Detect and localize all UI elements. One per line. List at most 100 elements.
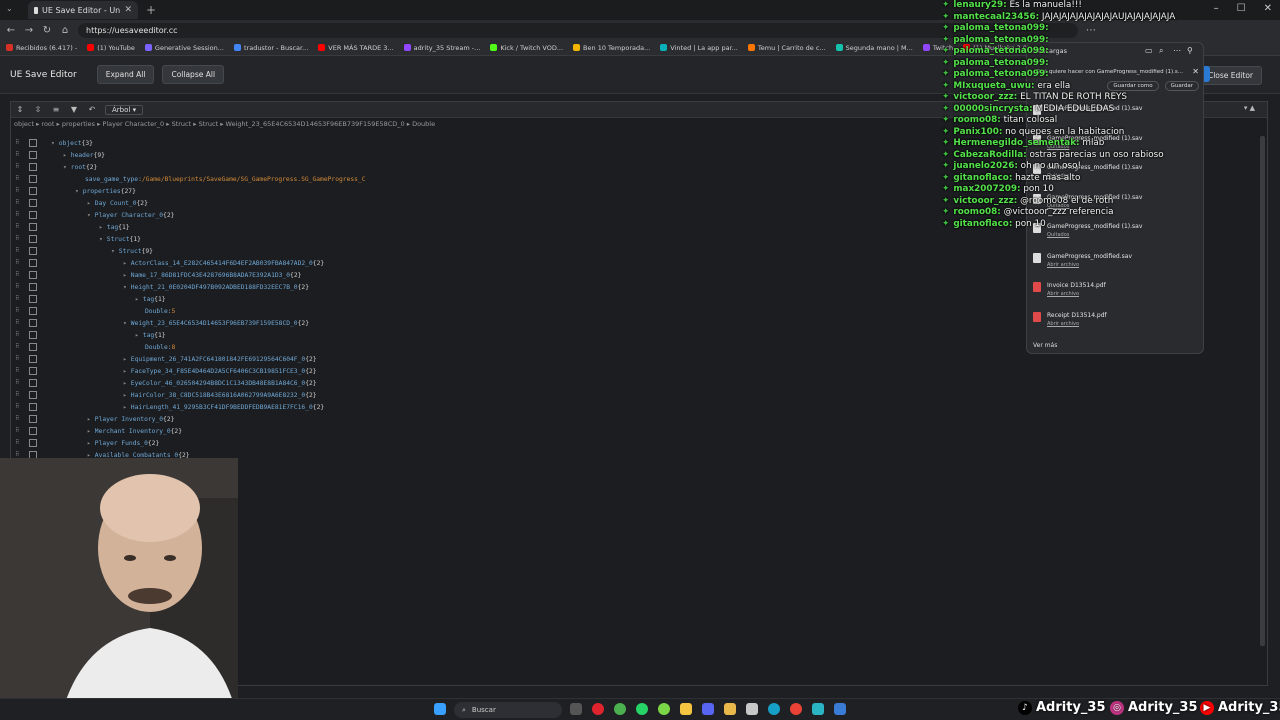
collapsed-caret-icon[interactable]: ▸ [123,356,127,363]
tree-node[interactable]: ▾ Struct {9} [111,245,153,257]
tree-node[interactable]: ▸ Day Count_0 {2} [87,197,148,209]
drag-handle-icon[interactable]: ⠿ [15,439,22,447]
reload-icon[interactable]: ↻ [42,25,52,36]
expanded-caret-icon[interactable]: ▾ [123,284,127,291]
expand-all-button[interactable]: Expand All [96,65,155,84]
bookmark-item[interactable]: Generative Session... [144,44,224,52]
expanded-caret-icon[interactable]: ▾ [75,188,79,195]
see-more-link[interactable]: Ver más [1033,342,1057,349]
drag-handle-icon[interactable]: ⠿ [15,163,22,171]
download-item[interactable]: Receipt D13514.pdf Abrir archivo [1033,311,1107,327]
tree-node[interactable]: ▸ header {9} [63,149,105,161]
toolbar-dropdown-icon[interactable]: ▾ ▲ [1244,104,1255,112]
drag-handle-icon[interactable]: ⠿ [15,271,22,279]
view-mode-select[interactable]: Árbol ▾ [105,104,144,115]
tree-node-value[interactable]: 8 [172,344,176,351]
drag-handle-icon[interactable]: ⠿ [15,427,22,435]
app-green-icon[interactable] [658,703,670,715]
tree-node[interactable]: ▸ Player Inventory_0 {2} [87,413,174,425]
collapsed-caret-icon[interactable]: ▸ [123,404,127,411]
expanded-caret-icon[interactable]: ▾ [111,248,115,255]
row-context-checkbox[interactable] [29,427,37,435]
tree-node-value[interactable]: /Game/Blueprints/SaveGame/SG_GameProgres… [142,176,366,183]
collapsed-caret-icon[interactable]: ▸ [123,260,127,267]
edge-icon[interactable] [768,703,780,715]
tree-node[interactable]: ▾ Player Character_0 {2} [87,209,174,221]
row-context-checkbox[interactable] [29,355,37,363]
row-context-checkbox[interactable] [29,151,37,159]
drag-handle-icon[interactable]: ⠿ [15,355,22,363]
drag-handle-icon[interactable]: ⠿ [15,391,22,399]
windows-start-icon[interactable] [434,703,446,715]
tab-menu-icon[interactable]: ⌄ [6,4,13,13]
collapsed-caret-icon[interactable]: ▸ [63,152,67,159]
expanded-caret-icon[interactable]: ▾ [51,140,55,147]
bookmark-item[interactable]: Recibidos (6.417) - [6,44,77,52]
bookmark-item[interactable]: tradustor - Buscar... [233,44,308,52]
download-action-link[interactable]: Quitados [1047,232,1142,238]
collapse-all-button[interactable]: Collapse All [162,65,225,84]
tree-node[interactable]: ▸ Player Funds_0 {2} [87,437,159,449]
forward-icon[interactable]: → [24,25,34,36]
collapsed-caret-icon[interactable]: ▸ [123,272,127,279]
taskbar-search[interactable]: ⌕ Buscar [454,702,562,718]
row-context-checkbox[interactable] [29,343,37,351]
row-context-checkbox[interactable] [29,439,37,447]
tree-node[interactable]: ▸ FaceType_34_F85E4D464D2A5CF6406C3CB1985… [123,365,317,377]
expanded-caret-icon[interactable]: ▾ [99,236,103,243]
collapsed-caret-icon[interactable]: ▸ [135,332,139,339]
site-info-icon[interactable]: ⌂ [60,25,70,36]
task-view-icon[interactable] [570,703,582,715]
extensions-icon[interactable]: ⋯ [1086,25,1096,36]
download-item[interactable]: GameProgress_modified.sav Abrir archivo [1033,252,1132,268]
downloads-pin-icon[interactable]: ⚲ [1187,46,1193,55]
bookmark-item[interactable]: adrity_35 Stream -... [403,44,480,52]
download-action-link[interactable]: Abrir archivo [1047,321,1107,327]
row-context-checkbox[interactable] [29,295,37,303]
opera-icon[interactable] [592,703,604,715]
tree-node[interactable]: ▸ Equipment_26_741A2FC641801842FE69129564… [123,353,317,365]
drag-handle-icon[interactable]: ⠿ [15,403,22,411]
tree-node[interactable]: ▾ Weight_23_65E4C6534D14653F96EB739F159E5… [123,317,309,329]
chrome-icon[interactable] [614,703,626,715]
back-icon[interactable]: ← [6,25,16,36]
row-context-checkbox[interactable] [29,175,37,183]
row-context-checkbox[interactable] [29,319,37,327]
downloads-search-icon[interactable]: ⌕ [1159,46,1163,56]
row-context-checkbox[interactable] [29,259,37,267]
bookmark-item[interactable]: Kick / Twitch VOD... [490,44,563,52]
tree-scrollbar[interactable] [1260,136,1265,646]
download-item[interactable]: Invoice D13514.pdf Abrir archivo [1033,282,1106,297]
tree-node[interactable]: ▸ tag {1} [99,221,130,233]
row-context-checkbox[interactable] [29,379,37,387]
drag-handle-icon[interactable]: ⠿ [15,223,22,231]
collapsed-caret-icon[interactable]: ▸ [123,392,127,399]
tree-node[interactable]: ▸ HairLength_41_9295B3CF41DF9BEDDFEDB9AE8… [123,401,324,413]
row-context-checkbox[interactable] [29,307,37,315]
row-context-checkbox[interactable] [29,403,37,411]
tree-node[interactable]: Double : 8 [135,341,175,353]
collapsed-caret-icon[interactable]: ▸ [123,368,127,375]
drag-handle-icon[interactable]: ⠿ [15,379,22,387]
tree-node[interactable]: save_game_type : /Game/Blueprints/SaveGa… [75,173,366,185]
row-context-checkbox[interactable] [29,187,37,195]
tree-node[interactable]: ▸ EyeColor_46_026504294B8DC1C1343DB48E8B1… [123,377,317,389]
tree-node[interactable]: ▾ Height_21_0E0204DF497B092ADBED188FD32EE… [123,281,309,293]
file-explorer-icon[interactable] [680,703,692,715]
app-teal-icon[interactable] [812,703,824,715]
collapse-icon[interactable]: ⇳ [33,105,43,114]
sort-icon[interactable]: ≡ [51,105,61,114]
drag-handle-icon[interactable]: ⠿ [15,235,22,243]
drag-handle-icon[interactable]: ⠿ [15,367,22,375]
drag-handle-icon[interactable]: ⠿ [15,295,22,303]
download-prompt-close-icon[interactable]: ✕ [1192,67,1199,76]
row-context-checkbox[interactable] [29,331,37,339]
drag-handle-icon[interactable]: ⠿ [15,331,22,339]
tree-node[interactable]: ▾ Struct {1} [99,233,141,245]
row-context-checkbox[interactable] [29,139,37,147]
drag-handle-icon[interactable]: ⠿ [15,283,22,291]
url-input[interactable]: https://uesaveeditor.cc [78,22,1078,38]
tree-node[interactable]: ▾ root {2} [63,161,97,173]
expanded-caret-icon[interactable]: ▾ [87,212,91,219]
row-context-checkbox[interactable] [29,367,37,375]
